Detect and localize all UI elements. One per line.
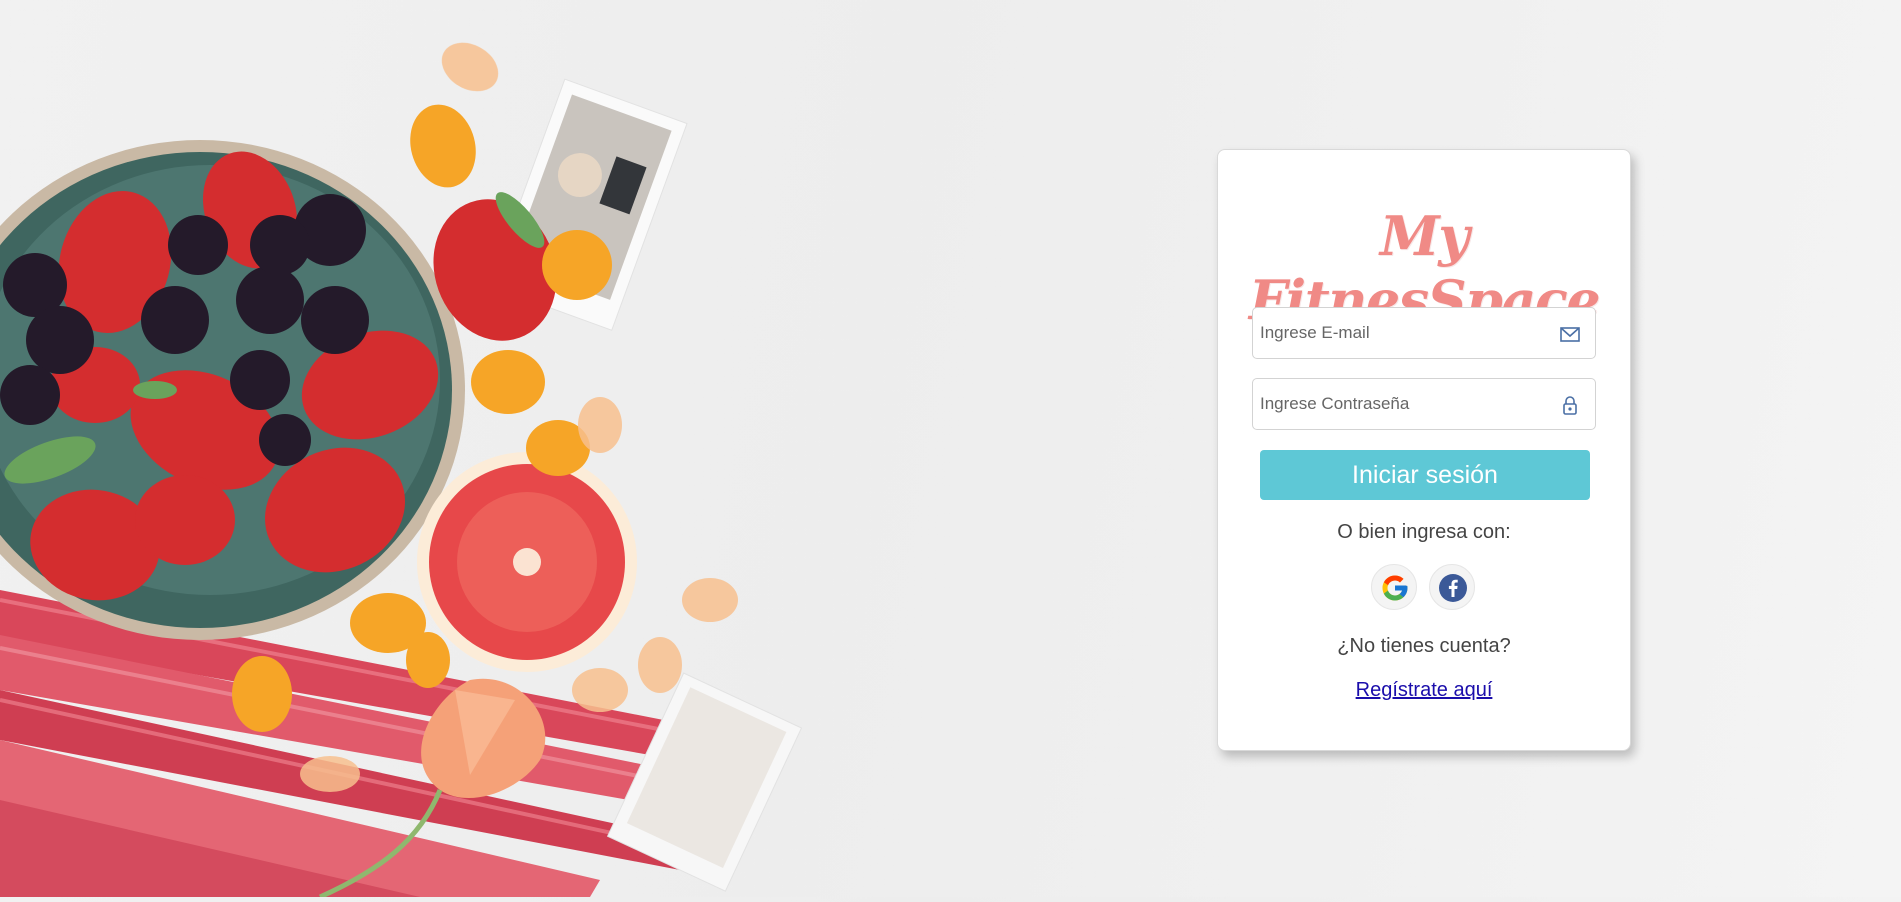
facebook-login-button[interactable] <box>1429 564 1475 610</box>
password-field[interactable] <box>1252 378 1596 430</box>
login-button[interactable]: Iniciar sesión <box>1260 450 1590 500</box>
login-card: My FitnesSpace Iniciar sesión O bien ing… <box>1217 149 1631 751</box>
password-input[interactable] <box>1253 379 1543 429</box>
padlock-icon <box>1559 394 1581 416</box>
hero-fruit-image <box>0 0 820 900</box>
no-account-label: ¿No tienes cuenta? <box>1337 635 1511 657</box>
envelope-icon <box>1559 323 1581 345</box>
email-input[interactable] <box>1253 308 1543 358</box>
google-login-button[interactable] <box>1371 564 1417 610</box>
email-field[interactable] <box>1252 307 1596 359</box>
alt-login-label: O bien ingresa con: <box>1337 521 1511 543</box>
register-link[interactable]: Regístrate aquí <box>1218 679 1630 702</box>
